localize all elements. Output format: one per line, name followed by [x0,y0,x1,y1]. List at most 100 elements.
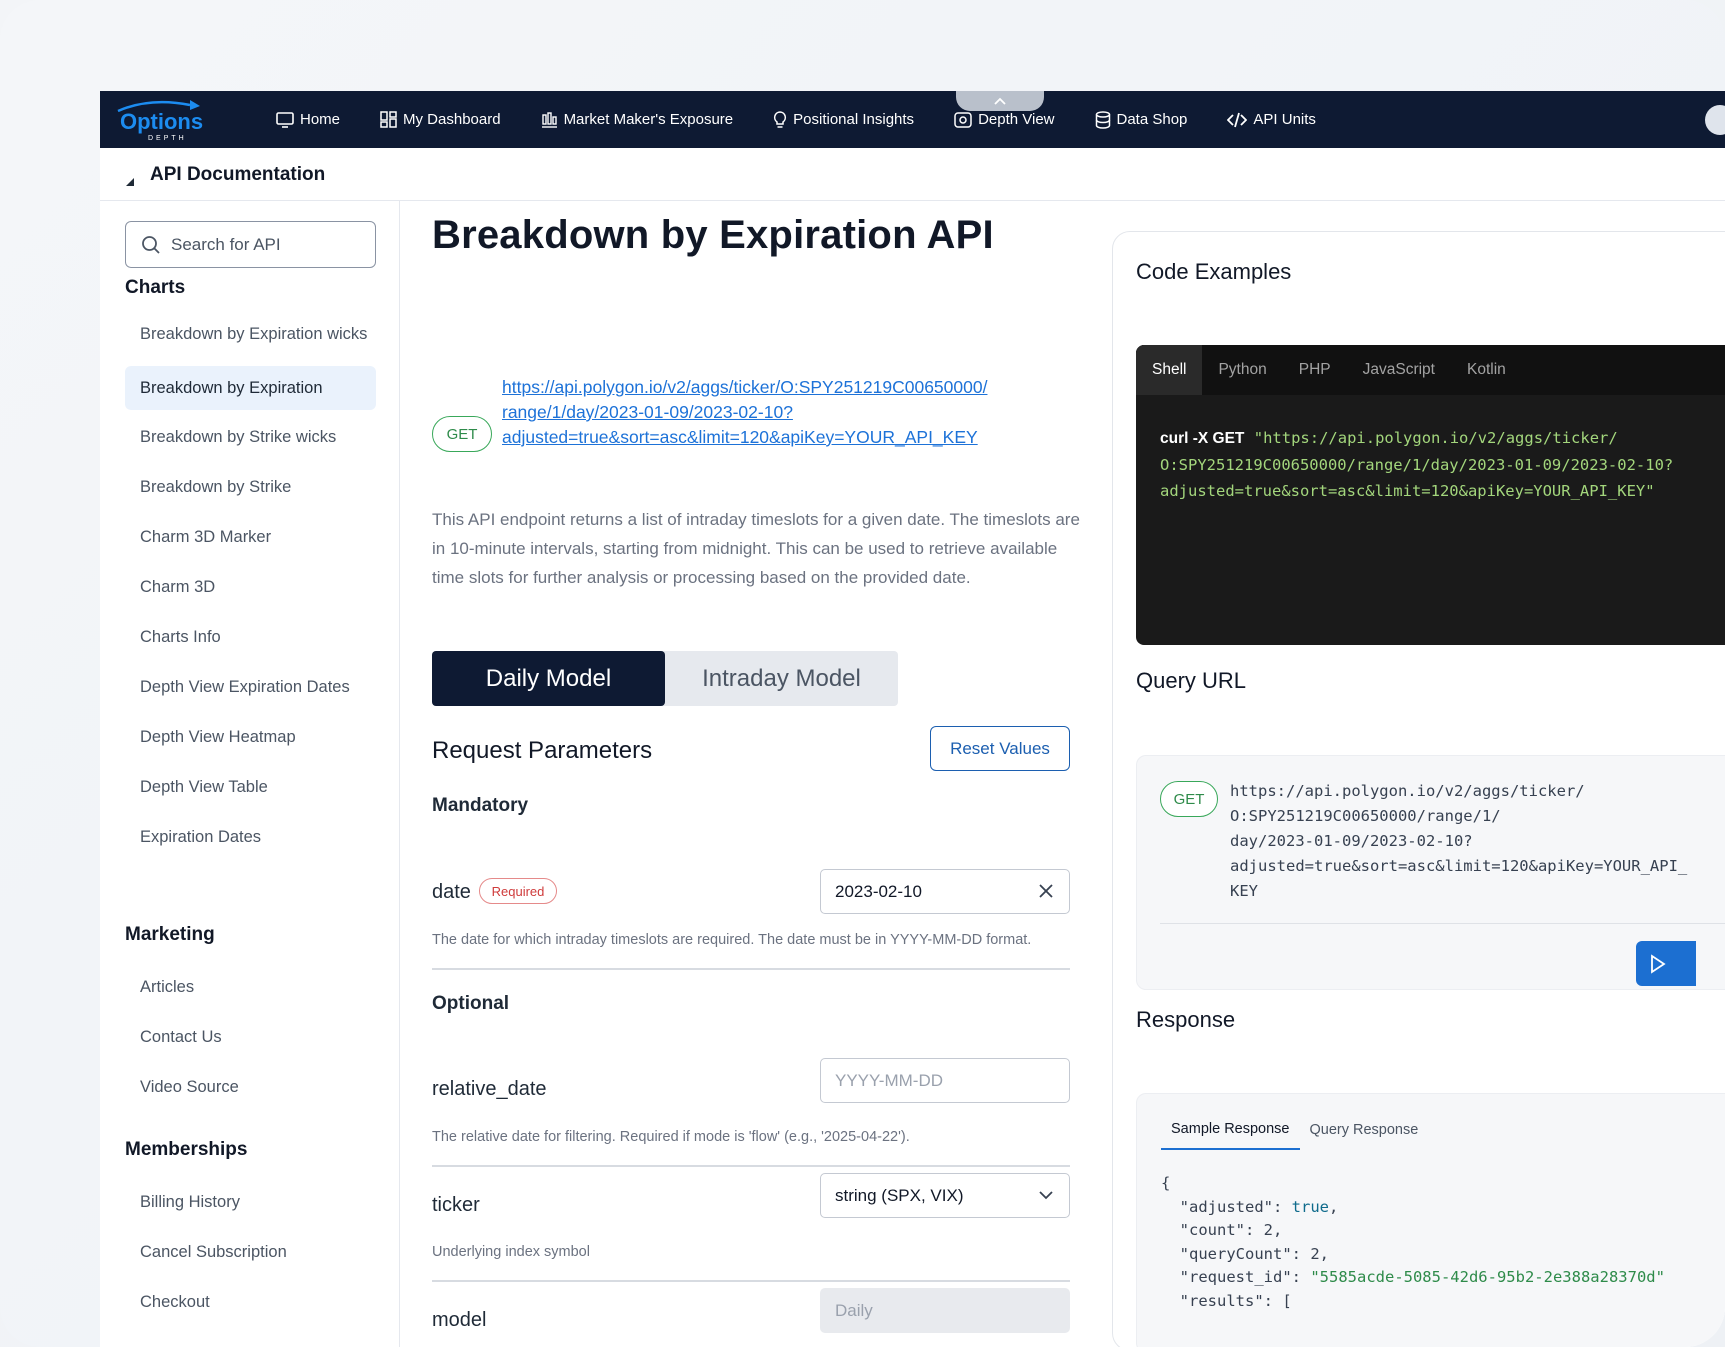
tab-javascript[interactable]: JavaScript [1347,345,1451,395]
sidebar-item-checkout[interactable]: Checkout [125,1291,376,1313]
sidebar-item-breakdown-by-strike[interactable]: Breakdown by Strike [125,476,376,498]
response-heading: Response [1136,1007,1236,1032]
sidebar-item-depth-view-table[interactable]: Depth View Table [125,776,376,798]
response-json: { "adjusted": true, "count": 2, "queryCo… [1161,1174,1665,1310]
monitor-icon [276,111,294,128]
app-window: Options DEPTH Home My Dashboard Market M… [100,91,1725,1347]
query-url-heading: Query URL [1136,668,1247,693]
nav-api-units-label: API Units [1253,111,1316,128]
dashboard-icon [380,111,397,128]
divider [432,1165,1070,1167]
tab-shell[interactable]: Shell [1136,345,1203,395]
model-field: Daily [820,1288,1070,1333]
nav-menu: Home My Dashboard Market Maker's Exposur… [276,91,1356,148]
model-toggle: Daily Model Intraday Model [432,651,898,706]
nav-home[interactable]: Home [276,111,340,128]
query-method-badge: GET [1160,781,1218,817]
avatar[interactable] [1705,105,1725,135]
nav-my-dashboard[interactable]: My Dashboard [380,111,501,128]
tab-php[interactable]: PHP [1283,345,1347,395]
screenshot-frame: Options DEPTH Home My Dashboard Market M… [0,0,1725,1347]
param-model-label: model [432,1309,487,1331]
code-line-2: O:SPY251219C00650000/range/1/day/2023-01… [1160,456,1674,474]
sidebar-section-charts: Charts [125,277,186,298]
tab-python[interactable]: Python [1202,345,1282,395]
sidebar-item-billing-history[interactable]: Billing History [125,1191,376,1213]
json-value-results: [ [1282,1291,1292,1310]
tab-query-response[interactable]: Query Response [1300,1110,1429,1150]
endpoint-link[interactable]: https://api.polygon.io/v2/aggs/ticker/O:… [502,375,1022,450]
date-field-value: 2023-02-10 [835,881,922,901]
method-badge: GET [432,416,492,452]
optional-heading: Optional [432,993,510,1014]
divider [432,1280,1070,1282]
param-relative-date-help: The relative date for filtering. Require… [432,1129,910,1145]
sidebar-item-cancel-subscription[interactable]: Cancel Subscription [125,1241,376,1263]
sidebar-item-charm-3d[interactable]: Charm 3D [125,576,376,598]
code-command: curl -X GET [1160,430,1245,447]
date-field[interactable]: 2023-02-10 [820,869,1070,914]
tab-daily-model[interactable]: Daily Model [432,651,665,706]
database-icon [1095,110,1110,129]
logo-text: Options [120,109,203,134]
api-title: Breakdown by Expiration API [432,213,994,257]
sidebar-item-breakdown-by-expiration[interactable]: Breakdown by Expiration [125,366,376,410]
json-key-adjusted: "adjusted" [1179,1197,1273,1216]
tab-intraday-model[interactable]: Intraday Model [665,651,898,706]
options-depth-logo[interactable]: Options DEPTH [110,97,220,143]
page-title: API Documentation [150,164,326,185]
sidebar-item-articles[interactable]: Articles [125,976,376,998]
chevron-up-icon [994,97,1006,105]
sidebar-item-breakdown-by-strike-wicks[interactable]: Breakdown by Strike wicks [125,426,376,448]
json-value-request-id: "5585acde-5085-42d6-95b2-2e388a28370d" [1310,1268,1665,1286]
relative-date-field[interactable]: YYYY-MM-DD [820,1058,1070,1103]
sidebar-item-breakdown-by-expiration-wicks[interactable]: Breakdown by Expiration wicks [125,323,376,345]
code-line-1: "https://api.polygon.io/v2/aggs/ticker/ [1253,429,1618,447]
param-ticker-help: Underlying index symbol [432,1244,590,1260]
sidebar-section-marketing: Marketing [125,924,215,945]
endpoint-line-2: range/1/day/2023-01-09/2023-02-10? [502,402,793,422]
nav-api-units[interactable]: API Units [1227,111,1316,128]
sidebar-item-depth-view-expiration-dates[interactable]: Depth View Expiration Dates [125,676,376,698]
search-placeholder: Search for API [171,234,281,254]
tab-sample-response[interactable]: Sample Response [1161,1110,1300,1150]
reset-values-button[interactable]: Reset Values [930,726,1070,771]
clear-icon[interactable] [1039,884,1053,898]
sidebar-item-charm-3d-marker[interactable]: Charm 3D Marker [125,526,376,548]
collapse-header-button[interactable] [956,91,1044,111]
required-badge: Required [479,878,557,904]
sidebar-item-depth-view-heatmap[interactable]: Depth View Heatmap [125,726,376,748]
request-parameters-heading: Request Parameters [432,737,653,764]
param-date-label: date [432,881,471,903]
code-examples-heading: Code Examples [1136,259,1292,284]
json-key-count: "count" [1179,1221,1245,1239]
response-tabs: Sample Response Query Response [1161,1110,1428,1150]
sidebar: Search for API Charts Breakdown by Expir… [100,201,400,1347]
json-key-results: "results" [1179,1291,1264,1310]
nav-market-makers-exposure[interactable]: Market Maker's Exposure [541,111,733,128]
nav-depth-view[interactable]: Depth View [954,111,1055,128]
nav-positional-insights[interactable]: Positional Insights [773,110,914,129]
query-url-text: https://api.polygon.io/v2/aggs/ticker/ O… [1230,782,1688,900]
tab-kotlin[interactable]: Kotlin [1451,345,1522,395]
sidebar-item-video-source[interactable]: Video Source [125,1076,376,1098]
json-key-request-id: "request_id" [1179,1268,1292,1286]
mandatory-heading: Mandatory [432,795,529,816]
sidebar-item-contact-us[interactable]: Contact Us [125,1026,376,1048]
endpoint-line-1: https://api.polygon.io/v2/aggs/ticker/O:… [502,377,988,397]
run-query-button[interactable] [1636,941,1696,986]
chevron-down-icon [1039,1191,1053,1200]
page-header: API Documentation [100,148,1725,201]
sidebar-item-expiration-dates[interactable]: Expiration Dates [125,826,376,848]
sidebar-item-charts-info[interactable]: Charts Info [125,626,376,648]
code-block: Shell Python PHP JavaScript Kotlin curl … [1136,345,1725,645]
ticker-select[interactable]: string (SPX, VIX) [820,1173,1070,1218]
param-date-help: The date for which intraday timeslots ar… [432,932,1032,948]
nav-data-shop[interactable]: Data Shop [1095,110,1187,129]
nav-home-label: Home [300,111,341,128]
nav-my-dashboard-label: My Dashboard [403,111,501,128]
json-value-adjusted: true [1291,1197,1329,1216]
search-input[interactable]: Search for API [125,221,376,268]
endpoint-line-3: adjusted=true&sort=asc&limit=120&apiKey=… [502,427,978,447]
response-box: Sample Response Query Response { "adjust… [1136,1093,1725,1347]
